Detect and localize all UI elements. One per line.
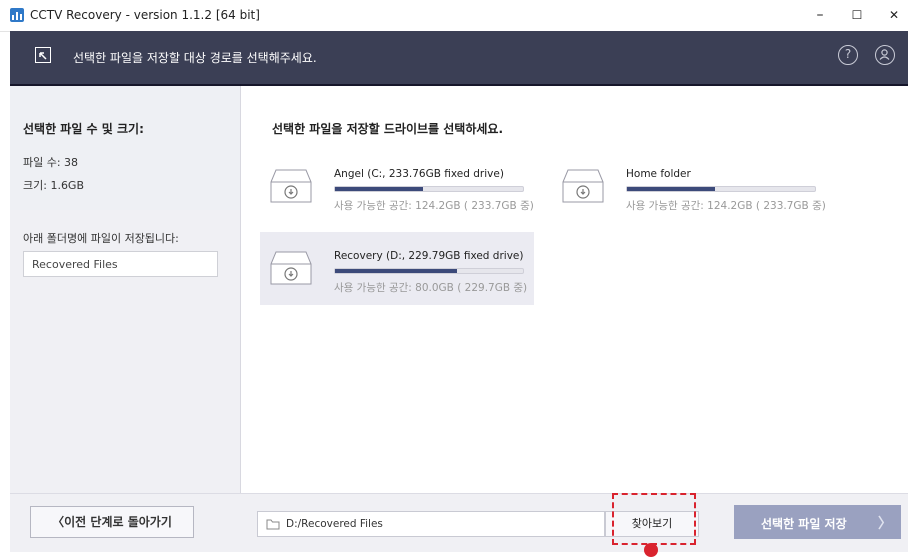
help-icon[interactable]: ? [838,45,858,65]
window-title: CCTV Recovery - version 1.1.2 [64 bit] [30,8,260,22]
header-bar: 선택한 파일을 저장할 대상 경로를 선택해주세요. ? [10,31,908,86]
header-instruction: 선택한 파일을 저장할 대상 경로를 선택해주세요. [73,51,317,65]
panel-divider [240,86,241,493]
drive-free-space: 사용 가능한 공간: 124.2GB ( 233.7GB 중) [626,200,826,212]
drive-usage-fill [335,269,458,273]
drive-name: Recovery (D:, 229.79GB fixed drive) [334,250,524,262]
hard-drive-icon [270,251,312,285]
selection-summary-title: 선택한 파일 수 및 크기: [23,122,144,136]
folder-name-input[interactable]: Recovered Files [23,251,218,277]
drive-name: Home folder [626,168,691,180]
drive-free-space: 사용 가능한 공간: 80.0GB ( 229.7GB 중) [334,282,528,294]
folder-name-label: 아래 폴더명에 파일이 저장됩니다: [23,232,179,245]
drive-free-space: 사용 가능한 공간: 124.2GB ( 233.7GB 중) [334,200,534,212]
drive-usage-bar [334,268,524,274]
folder-icon [266,519,280,530]
file-count: 파일 수: 38 [23,156,79,169]
drive-item-d[interactable]: Recovery (D:, 229.79GB fixed drive) 사용 가… [260,232,534,305]
save-selected-files-button[interactable]: 선택한 파일 저장 〉 [734,505,901,539]
minimize-button[interactable]: – [806,6,834,24]
chevron-right-icon: 〉 [878,516,892,532]
hard-drive-icon [562,169,604,203]
drive-item-home[interactable]: Home folder 사용 가능한 공간: 124.2GB ( 233.7GB… [552,150,826,223]
save-path-field[interactable]: D:/Recovered Files [257,511,605,537]
save-path-text: D:/Recovered Files [286,518,383,530]
file-size: 크기: 1.6GB [23,179,85,192]
drive-usage-bar [626,186,816,192]
maximize-button[interactable]: ☐ [843,6,871,24]
window-edge [908,31,918,552]
previous-step-button[interactable]: 〈이전 단계로 돌아가기 [30,506,194,538]
back-icon[interactable] [35,47,51,63]
hard-drive-icon [270,169,312,203]
app-icon [10,8,24,22]
account-icon[interactable] [875,45,895,65]
drive-selection-title: 선택한 파일을 저장할 드라이브를 선택하세요. [272,122,504,136]
drive-item-c[interactable]: Angel (C:, 233.76GB fixed drive) 사용 가능한 … [260,150,534,223]
close-button[interactable]: ✕ [880,6,908,24]
annotation-marker [644,543,658,557]
save-button-label: 선택한 파일 저장 [761,517,847,531]
drive-usage-bar [334,186,524,192]
drive-usage-fill [335,187,424,191]
drive-name: Angel (C:, 233.76GB fixed drive) [334,168,504,180]
browse-highlight-annotation [612,493,696,545]
drive-usage-fill [627,187,716,191]
